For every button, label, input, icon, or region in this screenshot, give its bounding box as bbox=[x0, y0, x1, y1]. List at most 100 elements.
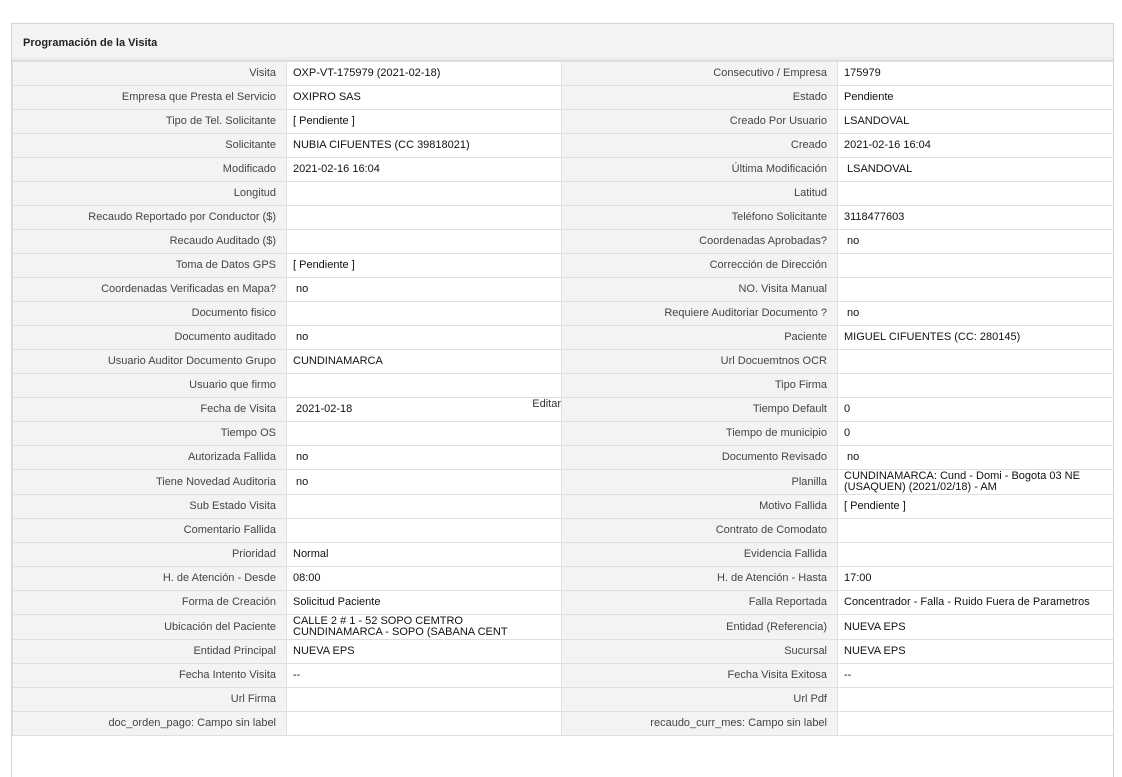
table-row: Tiene Novedad Auditoria no Planilla CUNDINA… bbox=[12, 469, 1113, 495]
field-value-text: NUEVA EPS bbox=[293, 645, 355, 657]
field-value-left: no bbox=[286, 445, 562, 470]
field-value-text: CALLE 2 # 1 - 52 SOPO CEMTRO CUNDINAMARC… bbox=[293, 615, 508, 638]
field-value-left: [ Pendiente ] bbox=[286, 109, 562, 134]
field-value-text: NUEVA EPS bbox=[844, 620, 906, 633]
field-value-text: CUNDINAMARCA: Cund - Domi - Bogota 03 NE… bbox=[844, 470, 1080, 493]
field-label-left: Tiene Novedad Auditoria bbox=[12, 469, 287, 495]
field-label-left: Longitud bbox=[12, 181, 287, 206]
field-label-left: Solicitante bbox=[12, 133, 287, 158]
field-value-left: NUBIA CIFUENTES (CC 39818021) bbox=[286, 133, 562, 158]
field-value-text: LSANDOVAL bbox=[844, 115, 910, 127]
field-value-text: no bbox=[847, 451, 860, 463]
field-label-right: Tipo Firma bbox=[561, 373, 838, 398]
field-label-right: Creado bbox=[561, 133, 838, 158]
field-value-text: no bbox=[296, 451, 309, 463]
field-value-text: no bbox=[847, 235, 860, 247]
field-value-right: [ Pendiente ] bbox=[837, 494, 1113, 519]
field-value-right: no bbox=[837, 301, 1113, 326]
field-value-text: 2021-02-16 16:04 bbox=[844, 139, 931, 151]
field-value-right bbox=[837, 687, 1113, 712]
field-label-left: Empresa que Presta el Servicio bbox=[12, 85, 287, 110]
field-label-right: Falla Reportada bbox=[561, 590, 838, 615]
field-label-left: Url Firma bbox=[12, 687, 287, 712]
table-row: Recaudo Auditado ($) Coordenadas Aprobada… bbox=[12, 229, 1113, 254]
edit-visit-date-link[interactable]: Editar bbox=[532, 399, 560, 410]
table-row: Comentario Fallida Contrato de Comodato bbox=[12, 518, 1113, 543]
field-value-text: no bbox=[296, 283, 309, 295]
field-label-left: Entidad Principal bbox=[12, 639, 287, 664]
table-row: Usuario que firmo Tipo Firma bbox=[12, 373, 1113, 398]
field-value-right: 0 bbox=[837, 421, 1113, 446]
field-value-text: [ Pendiente ] bbox=[293, 115, 355, 127]
field-label-right: Tiempo de municipio bbox=[561, 421, 838, 446]
field-value-text: OXP-VT-175979 (2021-02-18) bbox=[293, 67, 441, 79]
field-value-text: -- bbox=[844, 669, 852, 681]
field-value-right: 17:00 bbox=[837, 566, 1113, 591]
table-row: Url Firma Url Pdf bbox=[12, 687, 1113, 712]
field-value-right bbox=[837, 542, 1113, 567]
field-value-text: Solicitud Paciente bbox=[293, 596, 381, 608]
field-value-left bbox=[286, 373, 562, 398]
field-label-right: Evidencia Fallida bbox=[561, 542, 838, 567]
table-row: Longitud Latitud bbox=[12, 181, 1113, 206]
field-value-left: OXP-VT-175979 (2021-02-18) bbox=[286, 61, 562, 86]
field-value-left bbox=[286, 229, 562, 254]
field-value-left bbox=[286, 301, 562, 326]
field-value-left bbox=[286, 687, 562, 712]
field-label-left: Comentario Fallida bbox=[12, 518, 287, 543]
field-label-left: doc_orden_pago: Campo sin label bbox=[12, 711, 287, 736]
field-label-right: Fecha Visita Exitosa bbox=[561, 663, 838, 688]
field-label-left: Autorizada Fallida bbox=[12, 445, 287, 470]
visit-details-body: Visita OXP-VT-175979 (2021-02-18) Consecut… bbox=[12, 61, 1113, 736]
field-value-text: 2021-02-18 bbox=[296, 403, 353, 415]
field-value-text: Concentrador - Falla - Ruido Fuera de Pa… bbox=[844, 596, 1090, 608]
field-label-left: Forma de Creación bbox=[12, 590, 287, 615]
field-value-text: Pendiente bbox=[844, 91, 894, 103]
field-label-left: Toma de Datos GPS bbox=[12, 253, 287, 278]
field-value-text: 08:00 bbox=[293, 572, 321, 584]
field-value-right: NUEVA EPS bbox=[837, 614, 1113, 640]
field-value-right bbox=[837, 277, 1113, 302]
field-value-left bbox=[286, 494, 562, 519]
field-label-left: Fecha de Visita bbox=[12, 397, 287, 422]
field-value-text: OXIPRO SAS bbox=[293, 91, 361, 103]
field-label-right: Documento Revisado bbox=[561, 445, 838, 470]
table-row: Modificado 2021-02-16 16:04 Última Modific… bbox=[12, 157, 1113, 182]
field-value-left bbox=[286, 518, 562, 543]
field-value-right bbox=[837, 349, 1113, 374]
field-value-text: 0 bbox=[844, 403, 851, 415]
field-label-right: Entidad (Referencia) bbox=[561, 614, 838, 640]
field-value-left bbox=[286, 205, 562, 230]
table-row: Fecha de Visita 2021-02-18 Editar Tiempo De… bbox=[12, 397, 1113, 422]
field-label-left: Usuario Auditor Documento Grupo bbox=[12, 349, 287, 374]
field-value-right: CUNDINAMARCA: Cund - Domi - Bogota 03 NE… bbox=[837, 469, 1113, 495]
field-value-left bbox=[286, 421, 562, 446]
field-value-left: NUEVA EPS bbox=[286, 639, 562, 664]
field-label-right: Creado Por Usuario bbox=[561, 109, 838, 134]
field-value-right: -- bbox=[837, 663, 1113, 688]
field-value-left: [ Pendiente ] bbox=[286, 253, 562, 278]
visit-scheduling-panel: Programación de la Visita Visita OXP-VT-1… bbox=[11, 23, 1114, 777]
field-value-right: NUEVA EPS bbox=[837, 639, 1113, 664]
table-row: Prioridad Normal Evidencia Fallida bbox=[12, 542, 1113, 567]
field-label-left: H. de Atención - Desde bbox=[12, 566, 287, 591]
table-row: Tipo de Tel. Solicitante [ Pendiente ] Cre… bbox=[12, 109, 1113, 134]
field-label-right: Coordenadas Aprobadas? bbox=[561, 229, 838, 254]
field-value-right: no bbox=[837, 445, 1113, 470]
field-label-right: Corrección de Dirección bbox=[561, 253, 838, 278]
visit-details-table: Visita OXP-VT-175979 (2021-02-18) Consecut… bbox=[12, 61, 1113, 736]
field-value-right bbox=[837, 373, 1113, 398]
field-label-right: Url Docuemtnos OCR bbox=[561, 349, 838, 374]
field-value-right: 2021-02-16 16:04 bbox=[837, 133, 1113, 158]
field-value-text: [ Pendiente ] bbox=[844, 500, 906, 512]
table-row: Solicitante NUBIA CIFUENTES (CC 39818021)… bbox=[12, 133, 1113, 158]
field-label-right: NO. Visita Manual bbox=[561, 277, 838, 302]
field-value-text: 0 bbox=[844, 427, 851, 439]
field-label-left: Usuario que firmo bbox=[12, 373, 287, 398]
table-row: H. de Atención - Desde 08:00 H. de Atenció… bbox=[12, 566, 1113, 591]
table-row: Entidad Principal NUEVA EPS Sucursal NUEVA … bbox=[12, 639, 1113, 664]
field-label-right: Planilla bbox=[561, 469, 838, 495]
table-row: Tiempo OS Tiempo de municipio 0 bbox=[12, 421, 1113, 446]
field-value-text: [ Pendiente ] bbox=[293, 259, 355, 271]
field-value-right: Pendiente bbox=[837, 85, 1113, 110]
